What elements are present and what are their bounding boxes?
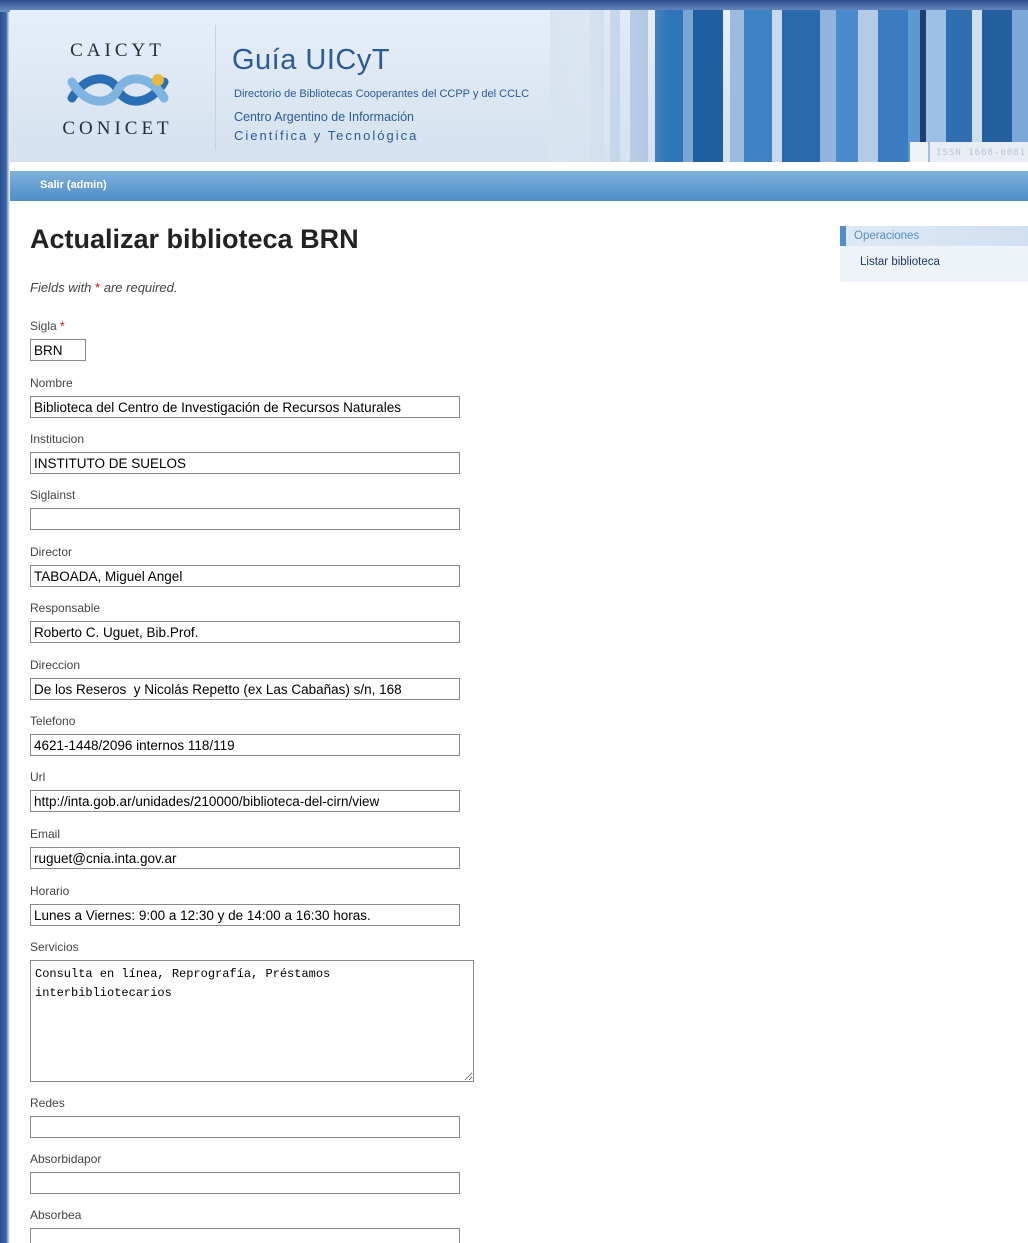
telefono-input[interactable] — [30, 734, 460, 756]
required-fields-note: Fields with * are required. — [30, 280, 177, 295]
site-subtitle: Directorio de Bibliotecas Cooperantes de… — [234, 88, 530, 100]
redes-label: Redes — [30, 1096, 65, 1110]
servicios-textarea[interactable]: Consulta en línea, Reprografía, Préstamo… — [30, 960, 474, 1082]
servicios-label: Servicios — [30, 940, 79, 954]
siglainst-label: Siglainst — [30, 488, 76, 502]
infinity-logo-icon — [67, 74, 168, 106]
site-header: CAICYT CONICET Guía UICyT Directorio de … — [10, 10, 1028, 162]
header-stripes-decoration — [550, 10, 1028, 162]
absorbea-label: Absorbea — [30, 1208, 82, 1222]
issn-label: ISSN 1668-0081 — [936, 148, 1026, 158]
direccion-label: Direccion — [30, 658, 81, 672]
required-note-text: Fields with — [30, 280, 92, 295]
email-input[interactable] — [30, 847, 460, 869]
logo-text-conicet: CONICET — [62, 118, 173, 139]
direccion-input[interactable] — [30, 678, 460, 700]
site-title: Guía UICyT — [232, 44, 391, 76]
logout-link[interactable]: Salir (admin) — [40, 179, 107, 191]
page: CAICYT CONICET Guía UICyT Directorio de … — [10, 10, 1028, 1243]
director-label: Director — [30, 545, 73, 559]
required-star: * — [60, 319, 65, 333]
horario-label: Horario — [30, 884, 70, 898]
institucion-label: Institucion — [30, 432, 85, 446]
redes-input[interactable] — [30, 1116, 460, 1138]
sigla-label-text: Sigla — [30, 319, 57, 333]
header-divider — [215, 25, 216, 150]
responsable-input[interactable] — [30, 621, 460, 643]
logo-text-caicyt: CAICYT — [70, 40, 165, 61]
nombre-label: Nombre — [30, 376, 73, 390]
org-name-line2: Científica y Tecnológica — [234, 128, 419, 143]
top-nav-bar: Salir (admin) — [10, 171, 1028, 201]
url-input[interactable] — [30, 790, 460, 812]
operations-list: Listar biblioteca — [840, 246, 1028, 282]
horario-input[interactable] — [30, 904, 460, 926]
telefono-label: Telefono — [30, 714, 76, 728]
responsable-label: Responsable — [30, 601, 101, 615]
sigla-input[interactable] — [30, 339, 86, 361]
director-input[interactable] — [30, 565, 460, 587]
nombre-input[interactable] — [30, 396, 460, 418]
org-name-line1: Centro Argentino de Información — [234, 110, 414, 124]
absorbea-input[interactable] — [30, 1228, 460, 1243]
operations-sidebar: Operaciones Listar biblioteca — [840, 226, 1028, 282]
absorbidapor-input[interactable] — [30, 1172, 460, 1194]
url-label: Url — [30, 770, 46, 784]
email-label: Email — [30, 827, 61, 841]
page-title: Actualizar biblioteca BRN — [30, 224, 359, 254]
required-note-suffix: are required. — [103, 280, 178, 295]
list-biblioteca-link[interactable]: Listar biblioteca — [860, 256, 940, 268]
operations-header: Operaciones — [840, 226, 1028, 246]
sigla-label: Sigla * — [30, 319, 65, 333]
caicyt-conicet-logo[interactable]: CAICYT CONICET — [40, 38, 195, 148]
institucion-input[interactable] — [30, 452, 460, 474]
absorbidapor-label: Absorbidapor — [30, 1152, 102, 1166]
required-star: * — [95, 280, 101, 295]
siglainst-input[interactable] — [30, 508, 460, 530]
